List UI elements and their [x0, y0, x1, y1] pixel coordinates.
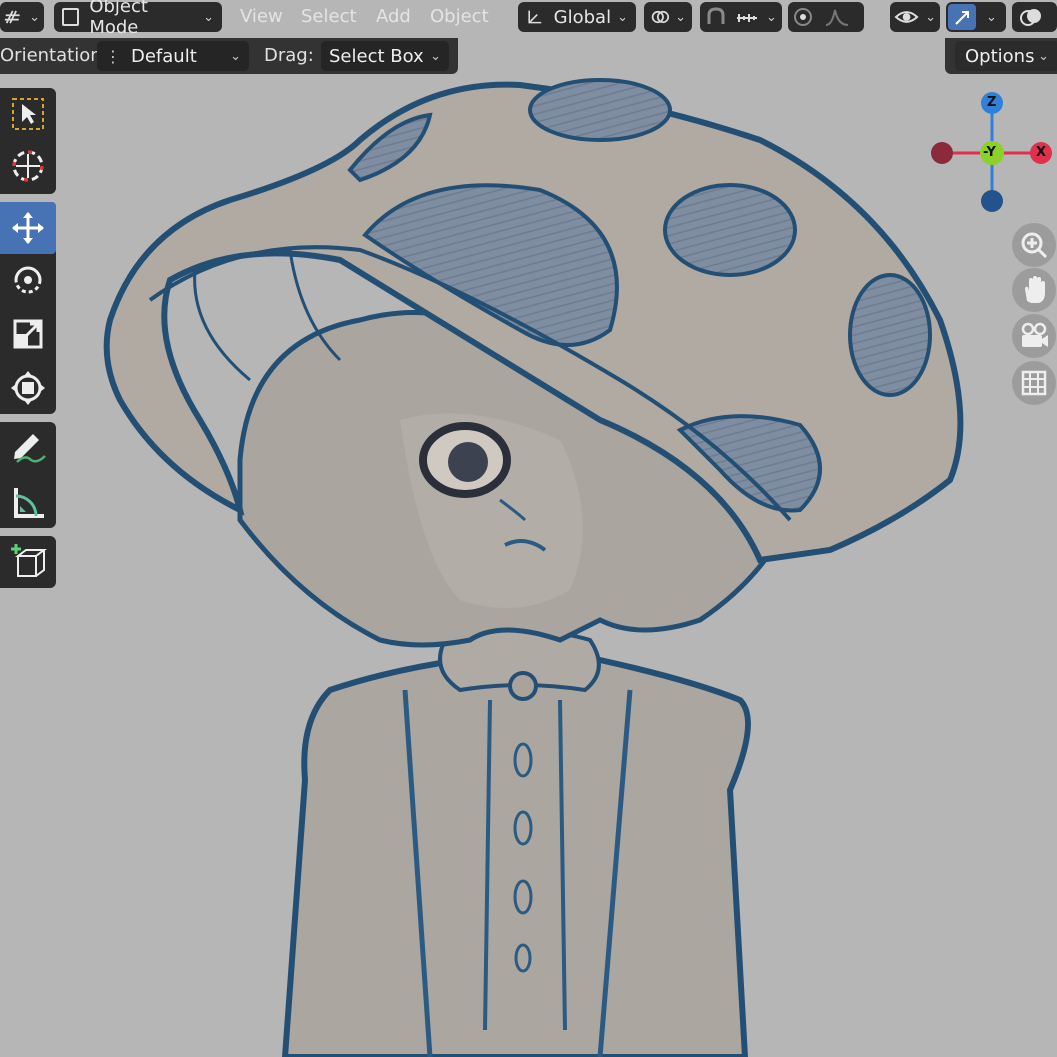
drag-dropdown[interactable]: Select Box ⌄ — [321, 41, 449, 71]
options-dropdown[interactable]: Options ⌄ — [955, 41, 1057, 71]
orientation-gizmo-icon: ⋮ — [105, 46, 121, 66]
options-panel: Options ⌄ — [945, 38, 1057, 74]
tool-measure[interactable] — [0, 476, 56, 528]
magnet-icon[interactable] — [704, 6, 728, 28]
proportional-editing-icon[interactable] — [792, 6, 814, 28]
perspective-toggle-button[interactable] — [1012, 361, 1056, 405]
orientation-axes-icon — [528, 10, 542, 24]
tool-select-box[interactable] — [0, 88, 56, 140]
pivot-point-button[interactable]: ⌄ — [644, 2, 692, 32]
camera-icon — [1021, 322, 1048, 347]
gizmo-y-label: -Y — [983, 145, 996, 160]
tool-move[interactable] — [0, 202, 56, 254]
camera-view-button[interactable] — [1012, 314, 1056, 358]
add-cube-icon — [11, 544, 47, 577]
chevron-down-icon[interactable]: ⌄ — [766, 10, 777, 25]
tool-rotate[interactable] — [0, 254, 56, 306]
falloff-curve-icon[interactable] — [824, 6, 850, 28]
chevron-down-icon: ⌄ — [925, 9, 936, 25]
options-label: Options — [965, 45, 1035, 67]
reference-drawing — [103, 78, 964, 1057]
mode-selector[interactable]: Object Mode ⌄ — [54, 0, 222, 38]
scale-icon — [13, 319, 43, 349]
zoom-in-icon — [1021, 232, 1048, 259]
zoom-button[interactable] — [1012, 223, 1056, 267]
chevron-down-icon: ⌄ — [617, 9, 628, 25]
3d-viewport-icon — [4, 10, 20, 24]
overlays-button[interactable] — [1012, 2, 1057, 32]
tool-transform[interactable] — [0, 362, 56, 414]
tool-add-cube[interactable] — [0, 536, 56, 588]
gizmo-x-label: X — [1036, 145, 1047, 160]
gizmo-z-label: Z — [987, 95, 997, 110]
tool-settings-bar: Orientation: ⋮ Default ⌄ Drag: Select Bo… — [0, 38, 458, 74]
chevron-down-icon: ⌄ — [230, 48, 241, 64]
menu-add[interactable]: Add — [376, 0, 411, 32]
3d-viewport[interactable]: ⌄ Object Mode ⌄ View Select Add Object G… — [0, 0, 1057, 1057]
tool-annotate[interactable] — [0, 422, 56, 474]
gizmo-axis-neg-z[interactable] — [981, 190, 1003, 212]
chevron-down-icon: ⌄ — [29, 9, 40, 25]
gizmo-axis-neg-x[interactable] — [931, 142, 953, 164]
proportional-editing-group — [788, 2, 864, 32]
chevron-down-icon: ⌄ — [203, 9, 214, 25]
transform-orientation-label: Global — [553, 6, 612, 28]
tool-cursor[interactable] — [0, 140, 56, 192]
drag-value: Select Box — [329, 45, 424, 67]
drag-label: Drag: — [264, 45, 314, 66]
chevron-down-icon: ⌄ — [430, 48, 441, 64]
menu-select[interactable]: Select — [301, 0, 357, 32]
move-icon — [12, 212, 44, 244]
orientation-dropdown[interactable]: ⋮ Default ⌄ — [97, 41, 249, 71]
gizmo-toggle-group: ⌄ — [946, 2, 1006, 32]
hand-icon — [1025, 276, 1045, 303]
pivot-icon — [651, 10, 670, 24]
toolbar-annotate-group — [0, 422, 56, 528]
overlay-circles-icon — [1020, 9, 1041, 26]
gizmo-icon — [955, 11, 969, 25]
chevron-down-icon: ⌄ — [675, 9, 686, 25]
snapping-group: ⌄ — [700, 2, 782, 32]
snap-increment-icon[interactable] — [734, 6, 760, 28]
menu-object[interactable]: Object — [430, 0, 489, 32]
grid-icon — [1021, 370, 1047, 396]
annotate-pencil-icon — [14, 434, 46, 463]
object-mode-icon — [62, 8, 80, 26]
cursor-icon — [12, 150, 44, 182]
mode-label: Object Mode — [89, 0, 148, 38]
toolbar-transform-group — [0, 202, 56, 414]
transform-icon — [11, 371, 45, 405]
viewport-header: ⌄ Object Mode ⌄ View Select Add Object G… — [0, 0, 1057, 38]
editor-type-button[interactable]: ⌄ — [0, 2, 44, 32]
pan-button[interactable] — [1012, 268, 1056, 312]
eye-icon — [894, 11, 919, 23]
menu-view[interactable]: View — [240, 0, 283, 32]
gizmo-toggle-button[interactable] — [948, 4, 976, 30]
tool-scale[interactable] — [0, 308, 56, 360]
measure-ruler-icon — [14, 488, 44, 518]
rotate-icon — [14, 266, 42, 294]
select-box-icon — [12, 98, 44, 130]
chevron-down-icon: ⌄ — [1038, 48, 1049, 64]
orientation-label: Orientation: — [0, 45, 108, 66]
visibility-dropdown[interactable]: ⌄ — [890, 2, 940, 32]
toolbar-select-group — [0, 88, 56, 194]
transform-orientation-dropdown[interactable]: Global ⌄ — [518, 2, 636, 32]
toolbar-add-group — [0, 536, 56, 588]
chevron-down-icon[interactable]: ⌄ — [986, 10, 997, 25]
orientation-value: Default — [131, 45, 197, 67]
